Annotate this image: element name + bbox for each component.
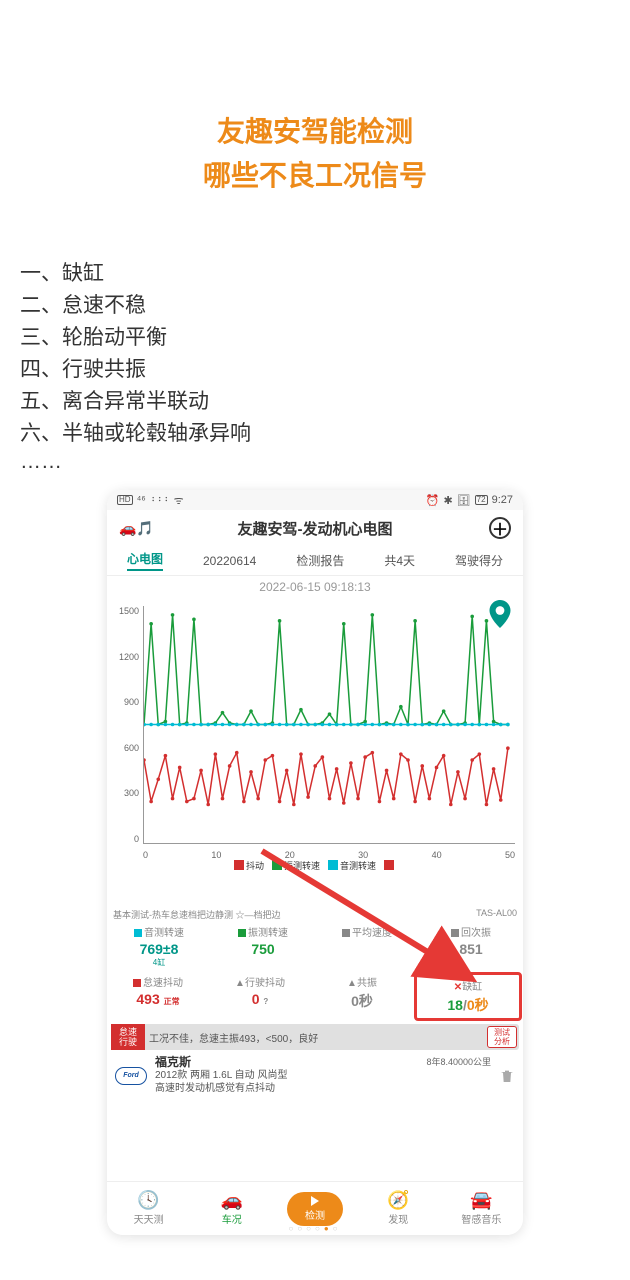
status-text: 工况不佳，怠速主振493，<500，良好 xyxy=(145,1024,485,1050)
line-chart: 150012009006003000 01020304050 抖动振测转速音测转… xyxy=(111,604,519,874)
page-heading: 友趣安驾能检测 哪些不良工况信号 xyxy=(0,0,630,198)
metric-cell: 振测转速750 xyxy=(211,921,315,971)
list-ellipsis: …… xyxy=(0,450,630,474)
y-axis-ticks: 150012009006003000 xyxy=(111,604,141,844)
clock-icon: 🕓 xyxy=(137,1191,159,1209)
vehicle-model: 福克斯 xyxy=(155,1056,191,1069)
heading-line-1: 友趣安驾能检测 xyxy=(0,110,630,154)
metric-cell: 回次振851 xyxy=(419,921,523,971)
feature-list: 一、缺缸 二、怠速不稳 三、轮胎动平衡 四、行驶共振 五、离合异常半联动 六、半… xyxy=(0,198,630,450)
chart-subnote: 基本测试-热车怠速档把边静测 ☆—档把边 TAS-AL00 xyxy=(107,908,523,921)
trash-icon[interactable] xyxy=(499,1068,515,1084)
heading-line-2: 哪些不良工况信号 xyxy=(0,154,630,198)
list-item: 六、半轴或轮毂轴承异响 xyxy=(20,418,610,450)
metric-cell: ▲共振0秒 xyxy=(311,971,413,1022)
vehicle-row[interactable]: Ford 福克斯 8年8.40000公里 2012款 两厢 1.6L 自动 风尚… xyxy=(107,1052,523,1099)
plot-region xyxy=(143,606,515,844)
chart-legend: 抖动振测转速音测转速 xyxy=(111,859,519,873)
analyze-button[interactable]: 测试分析 xyxy=(487,1026,517,1048)
tab-report[interactable]: 检测报告 xyxy=(296,552,344,569)
compass-icon: 🧭 xyxy=(387,1191,409,1209)
statusbar-right: ⏰✱🗄729:27 xyxy=(426,494,513,507)
tab-date[interactable]: 20220614 xyxy=(203,554,256,568)
statusbar-left: HD⁴⁶᛬᛬᛬ᯤ xyxy=(117,493,184,508)
metric-cell: ▲行驶抖动0 ? xyxy=(209,971,311,1022)
metric-cell: 怠速抖动493 正常 xyxy=(107,971,209,1022)
vehicle-note: 高速时发动机感觉有点抖动 xyxy=(155,1082,491,1095)
metric-cell: ✕缺缸18/0秒 xyxy=(414,972,522,1021)
tab-days[interactable]: 共4天 xyxy=(384,552,415,569)
metric-cell: 平均速度 xyxy=(315,921,419,971)
metric-cell: 音测转速769±84缸 xyxy=(107,921,211,971)
add-button[interactable]: ＋ xyxy=(489,517,511,539)
vehicle-mileage: 8年8.40000公里 xyxy=(426,1056,491,1069)
list-item: 一、缺缸 xyxy=(20,258,610,290)
music-car-icon: 🚘 xyxy=(470,1191,492,1209)
app-screenshot: HD⁴⁶᛬᛬᛬ᯤ ⏰✱🗄729:27 🚗🎵 友趣安驾-发动机心电图 ＋ 心电图 … xyxy=(107,490,523,1235)
metrics-grid: 音测转速769±84缸振测转速750平均速度回次振851 怠速抖动493 正常▲… xyxy=(107,921,523,1022)
page-dots: ○○○○●○ xyxy=(107,1224,523,1233)
tab-bar: 心电图 20220614 检测报告 共4天 驾驶得分 xyxy=(107,546,523,576)
bottom-nav: 🕓天天测 🚗车况 检测 🧭发现 🚘智感音乐 ○○○○●○ xyxy=(107,1181,523,1235)
subnote-right: TAS-AL00 xyxy=(476,908,517,921)
vehicle-info: 福克斯 8年8.40000公里 2012款 两厢 1.6L 自动 风尚型 高速时… xyxy=(155,1056,491,1095)
status-strip: 怠速行驶 工况不佳，怠速主振493，<500，良好 测试分析 xyxy=(111,1024,519,1050)
car-icon: 🚗 xyxy=(221,1191,243,1209)
tab-ecg[interactable]: 心电图 xyxy=(127,550,163,571)
chart-area: 150012009006003000 01020304050 抖动振测转速音测转… xyxy=(107,598,523,908)
tab-score[interactable]: 驾驶得分 xyxy=(455,552,503,569)
app-titlebar: 🚗🎵 友趣安驾-发动机心电图 ＋ xyxy=(107,510,523,546)
phone-statusbar: HD⁴⁶᛬᛬᛬ᯤ ⏰✱🗄729:27 xyxy=(107,490,523,510)
subnote-left: 基本测试-热车怠速档把边静测 ☆—档把边 xyxy=(113,908,281,921)
list-item: 五、离合异常半联动 xyxy=(20,386,610,418)
app-title: 友趣安驾-发动机心电图 xyxy=(107,518,523,539)
record-timestamp: 2022-06-15 09:18:13 xyxy=(107,576,523,598)
vehicle-desc: 2012款 两厢 1.6L 自动 风尚型 xyxy=(155,1069,491,1082)
play-icon xyxy=(311,1196,319,1206)
status-badge: 怠速行驶 xyxy=(111,1024,145,1050)
list-item: 四、行驶共振 xyxy=(20,354,610,386)
list-item: 三、轮胎动平衡 xyxy=(20,322,610,354)
ford-logo-icon: Ford xyxy=(115,1067,147,1085)
list-item: 二、怠速不稳 xyxy=(20,290,610,322)
app-logo-icon: 🚗🎵 xyxy=(119,520,154,537)
